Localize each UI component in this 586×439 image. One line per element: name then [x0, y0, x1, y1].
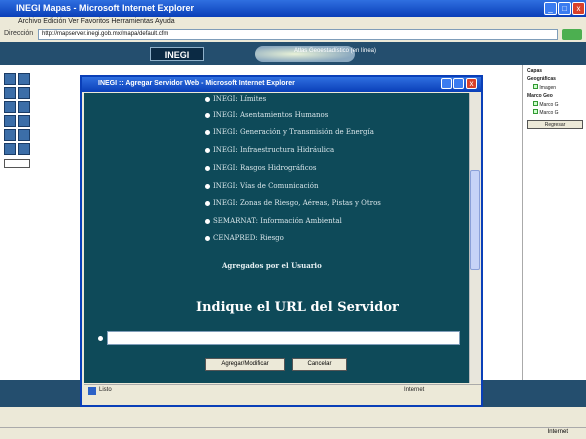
close-button[interactable]: x: [572, 2, 585, 15]
scrollbar-thumb[interactable]: [470, 170, 480, 270]
maximize-button[interactable]: □: [558, 2, 571, 15]
dialog-title: INEGI :: Agregar Servidor Web - Microsof…: [98, 80, 295, 87]
layer-item[interactable]: Marco G: [533, 101, 559, 108]
server-layer-item[interactable]: SEMARNAT: Información Ambiental: [205, 217, 342, 225]
zoom-out-icon[interactable]: [18, 73, 30, 85]
pan-ne-icon[interactable]: [18, 115, 30, 127]
bullet-icon: [98, 336, 103, 341]
add-modify-button[interactable]: Agregar/Modificar: [205, 358, 285, 371]
bullet-icon: [205, 165, 210, 171]
dialog-title-bar: INEGI :: Agregar Servidor Web - Microsof…: [82, 77, 481, 92]
bullet-icon: [205, 112, 210, 118]
toolbar-button[interactable]: [4, 159, 30, 168]
cancel-button[interactable]: Cancelar: [292, 358, 347, 371]
browser-title-bar: INEGI Mapas - Microsoft Internet Explore…: [0, 0, 586, 17]
dialog-status-bar: Listo Internet: [84, 384, 481, 396]
dialog-maximize-button[interactable]: [453, 78, 464, 89]
bullet-icon: [205, 147, 210, 153]
inegi-logo: INEGI: [150, 47, 204, 61]
go-button[interactable]: [562, 29, 582, 40]
bullet-icon: [205, 235, 210, 241]
server-layer-item[interactable]: INEGI: Generación y Transmisión de Energ…: [205, 128, 374, 136]
layers-title: Capas: [527, 68, 543, 74]
url-heading: Indique el URL del Servidor: [196, 300, 399, 315]
ie-page-icon: [88, 387, 96, 395]
dialog-zone-label: Internet: [404, 387, 425, 393]
layers-panel: Capas Geográficas Imagen Marco Geo Marco…: [522, 65, 586, 380]
bullet-icon: [205, 200, 210, 206]
menu-bar[interactable]: Archivo Edición Ver Favoritos Herramient…: [0, 17, 586, 28]
bullet-icon: [205, 183, 210, 189]
zoom-in-icon[interactable]: [4, 73, 16, 85]
address-bar: Dirección http://mapserver.inegi.gob.mx/…: [0, 28, 586, 42]
layer-item[interactable]: Marco G: [533, 109, 559, 116]
bullet-icon: [205, 96, 210, 102]
server-layer-item[interactable]: INEGI: Zonas de Riesgo, Aéreas, Pistas y…: [205, 199, 381, 207]
server-url-input[interactable]: [107, 331, 460, 345]
bullet-icon: [205, 129, 210, 135]
dialog-minimize-button[interactable]: [441, 78, 452, 89]
dialog-close-button[interactable]: x: [466, 78, 477, 89]
layers-section-geo: Geográficas: [527, 76, 556, 82]
measure-icon[interactable]: [18, 143, 30, 155]
pan-down-icon[interactable]: [18, 87, 30, 99]
identify-icon[interactable]: [4, 143, 16, 155]
browser-status-bar: Internet: [0, 427, 586, 439]
map-toolbar: [0, 65, 34, 375]
regresar-button[interactable]: Regresar: [527, 120, 583, 129]
minimize-button[interactable]: _: [544, 2, 557, 15]
dialog-status-text: Listo: [99, 387, 112, 393]
server-layer-item[interactable]: INEGI: Rasgos Hidrográficos: [205, 164, 316, 172]
browser-title: INEGI Mapas - Microsoft Internet Explore…: [16, 3, 195, 13]
server-layer-item[interactable]: INEGI: Límites: [205, 95, 266, 103]
server-layer-item[interactable]: INEGI: Asentamientos Humanos: [205, 111, 328, 119]
user-added-heading: Agregados por el Usuario: [222, 261, 322, 270]
server-layer-item[interactable]: CENAPRED: Riesgo: [205, 234, 284, 242]
address-label: Dirección: [4, 30, 34, 37]
address-input[interactable]: http://mapserver.inegi.gob.mx/mapa/defau…: [38, 29, 558, 40]
pan-up-icon[interactable]: [4, 87, 16, 99]
pan-left-icon[interactable]: [4, 101, 16, 113]
banner-subtitle: Atlas Geoestadístico (en línea): [293, 48, 377, 54]
layer-item[interactable]: Imagen: [533, 84, 556, 91]
bullet-icon: [205, 218, 210, 224]
server-layer-item[interactable]: INEGI: Vías de Comunicación: [205, 182, 319, 190]
server-layer-item[interactable]: INEGI: Infraestructura Hidráulica: [205, 146, 334, 154]
zone-label: Internet: [547, 429, 568, 435]
pan-se-icon[interactable]: [18, 129, 30, 141]
pan-nw-icon[interactable]: [4, 115, 16, 127]
pan-right-icon[interactable]: [18, 101, 30, 113]
layers-section-marco: Marco Geo: [527, 93, 553, 99]
pan-sw-icon[interactable]: [4, 129, 16, 141]
